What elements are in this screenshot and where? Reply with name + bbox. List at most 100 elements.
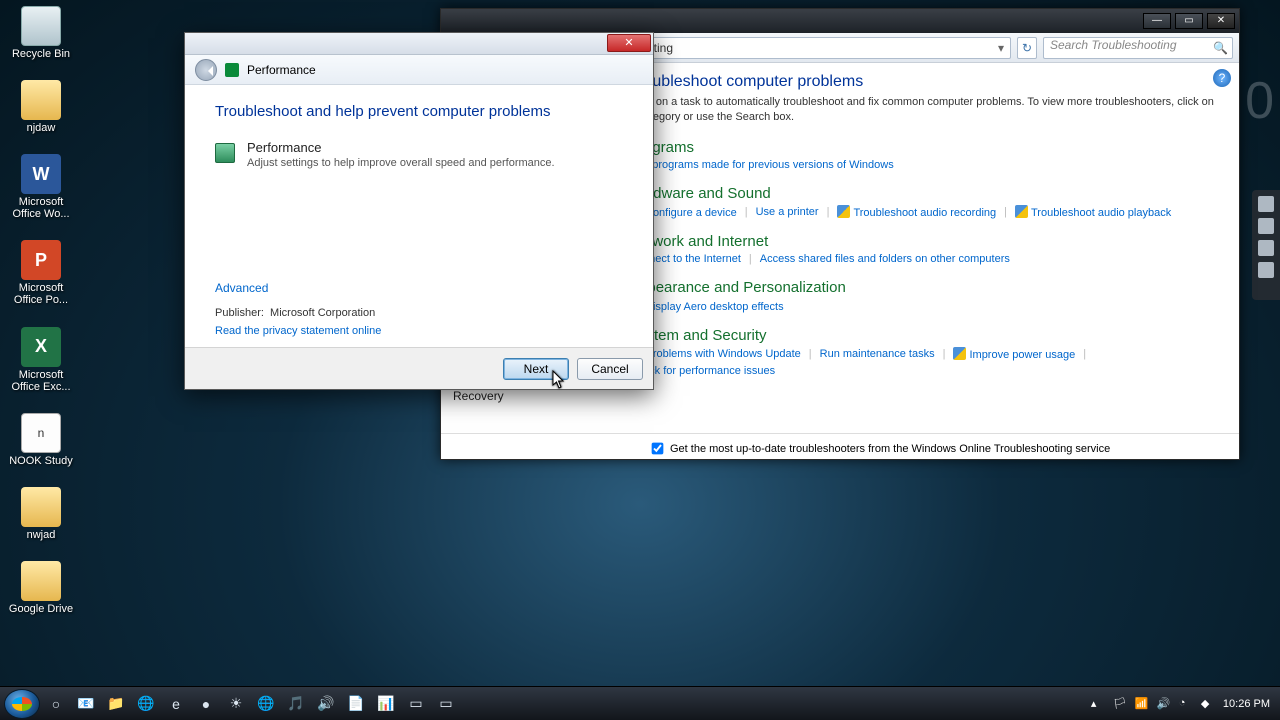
app-icon — [21, 6, 61, 46]
tray-flag-icon[interactable]: 🏳 — [1113, 697, 1127, 711]
footer-checkbox-label: Get the most up-to-date troubleshooters … — [670, 443, 1110, 455]
shield-icon — [837, 205, 850, 218]
icon-label: Microsoft Office Po... — [4, 282, 78, 306]
taskbar-item[interactable]: ▭ — [432, 691, 460, 717]
taskbar-item[interactable]: ○ — [42, 691, 70, 717]
search-input[interactable]: Search Troubleshooting 🔍 — [1043, 37, 1233, 59]
troubleshooter-item: Performance Adjust settings to help impr… — [215, 140, 623, 169]
performance-monitor-icon — [215, 143, 235, 163]
close-button[interactable]: ✕ — [1207, 13, 1235, 29]
icon-label: Google Drive — [9, 603, 73, 615]
close-button[interactable]: ✕ — [607, 34, 651, 52]
taskbar-item[interactable]: ☀ — [222, 691, 250, 717]
start-button[interactable] — [4, 689, 40, 719]
troubleshooter-link[interactable]: Improve power usage — [953, 347, 1075, 361]
dialog-heading: Troubleshoot and help prevent computer p… — [215, 103, 623, 120]
separator: | — [749, 253, 752, 265]
dropdown-toggle[interactable]: ▾ — [998, 41, 1004, 55]
category-heading[interactable]: Programs — [629, 139, 1221, 156]
icon-label: Recycle Bin — [12, 48, 70, 60]
taskbar-item[interactable]: 📄 — [342, 691, 370, 717]
category-heading[interactable]: System and Security — [629, 327, 1221, 344]
shield-icon — [953, 347, 966, 360]
taskbar-item[interactable]: 🌐 — [252, 691, 280, 717]
publisher-line: Publisher: Microsoft Corporation — [215, 307, 375, 319]
separator: | — [1004, 206, 1007, 218]
see-also-item[interactable]: Recovery — [453, 389, 599, 403]
separator: | — [809, 348, 812, 360]
main-content: Troubleshoot computer problems Click on … — [611, 63, 1239, 433]
category-heading[interactable]: Hardware and Sound — [629, 185, 1221, 202]
desktop-icon[interactable]: W Microsoft Office Wo... — [4, 154, 78, 220]
app-icon: n — [21, 413, 61, 453]
troubleshooter-link[interactable]: Use a printer — [756, 206, 819, 218]
taskbar-item[interactable]: 🌐 — [132, 691, 160, 717]
troubleshooter-link[interactable]: Troubleshoot audio recording — [837, 205, 996, 219]
troubleshooter-link[interactable]: Access shared files and folders on other… — [760, 253, 1010, 265]
cancel-button[interactable]: Cancel — [577, 358, 643, 380]
tray-misc-icon[interactable]: ◆ — [1201, 697, 1215, 711]
taskbar-item[interactable]: 🎵 — [282, 691, 310, 717]
troubleshooter-link[interactable]: Run maintenance tasks — [820, 348, 935, 360]
taskbar-item[interactable]: 🔊 — [312, 691, 340, 717]
back-button[interactable] — [195, 59, 217, 81]
tray-network-icon[interactable]: 📶 — [1135, 697, 1149, 711]
troubleshooter-link[interactable]: Fix problems with Windows Update — [629, 348, 801, 360]
window-titlebar[interactable]: — ▭ ✕ — [441, 9, 1239, 33]
item-title: Performance — [247, 140, 555, 155]
online-troubleshooters-checkbox[interactable] — [652, 443, 664, 455]
taskbar-item[interactable]: e — [162, 691, 190, 717]
app-icon: W — [21, 154, 61, 194]
desktop-icon[interactable]: Google Drive — [4, 561, 78, 615]
desktop-icon[interactable]: n NOOK Study — [4, 413, 78, 467]
category: Programs Run programs made for previous v… — [629, 139, 1221, 171]
taskbar-item[interactable]: 📧 — [72, 691, 100, 717]
desktop-icon[interactable]: X Microsoft Office Exc... — [4, 327, 78, 393]
separator: | — [827, 206, 830, 218]
gadget-button[interactable] — [1258, 262, 1274, 278]
taskbar-item[interactable]: 📁 — [102, 691, 130, 717]
desktop-icon[interactable]: P Microsoft Office Po... — [4, 240, 78, 306]
refresh-button[interactable]: ↻ — [1017, 37, 1037, 59]
desktop-icon[interactable]: njdaw — [4, 80, 78, 134]
app-icon — [21, 80, 61, 120]
app-icon: P — [21, 240, 61, 280]
next-button[interactable]: Next — [503, 358, 569, 380]
taskbar-item[interactable]: 📊 — [372, 691, 400, 717]
category-heading[interactable]: Network and Internet — [629, 233, 1221, 250]
desktop-icon[interactable]: nwjad — [4, 487, 78, 541]
sidebar-gadget — [1252, 190, 1280, 300]
tray-misc-icon[interactable]: ◔ — [1179, 697, 1193, 711]
category-heading[interactable]: Appearance and Personalization — [629, 279, 1221, 296]
app-icon: X — [21, 327, 61, 367]
privacy-link[interactable]: Read the privacy statement online — [215, 325, 381, 337]
troubleshooter-link[interactable]: Troubleshoot audio playback — [1015, 205, 1171, 219]
minimize-button[interactable]: — — [1143, 13, 1171, 29]
taskbar: ○📧📁🌐e●☀🌐🎵🔊📄📊▭▭ ▴ 🏳 📶 🔊 ◔ ◆ 10:26 PM — [0, 686, 1280, 720]
maximize-button[interactable]: ▭ — [1175, 13, 1203, 29]
tray-up-icon[interactable]: ▴ — [1091, 697, 1105, 711]
app-icon — [21, 561, 61, 601]
dialog-button-bar: Next Cancel — [185, 347, 653, 389]
system-tray[interactable]: ▴ 🏳 📶 🔊 ◔ ◆ 10:26 PM — [1091, 697, 1276, 711]
tray-volume-icon[interactable]: 🔊 — [1157, 697, 1171, 711]
gadget-button[interactable] — [1258, 240, 1274, 256]
category: Appearance and PersonalizationDisplay Ae… — [629, 279, 1221, 313]
separator: | — [745, 206, 748, 218]
icon-label: Microsoft Office Exc... — [4, 369, 78, 393]
separator: | — [1083, 348, 1086, 360]
category: Network and InternetConnect to the Inter… — [629, 233, 1221, 265]
gadget-button[interactable] — [1258, 196, 1274, 212]
search-icon: 🔍 — [1213, 41, 1228, 55]
desktop-icon[interactable]: Recycle Bin — [4, 6, 78, 60]
taskbar-item[interactable]: ● — [192, 691, 220, 717]
tray-clock[interactable]: 10:26 PM — [1223, 698, 1270, 710]
taskbar-item[interactable]: ▭ — [402, 691, 430, 717]
dialog-titlebar[interactable]: ✕ — [185, 33, 653, 55]
app-icon — [21, 487, 61, 527]
troubleshooter-link[interactable]: Run programs made for previous versions … — [629, 159, 894, 171]
performance-icon — [225, 63, 239, 77]
page-title: Troubleshoot computer problems — [629, 73, 1221, 91]
gadget-button[interactable] — [1258, 218, 1274, 234]
advanced-link[interactable]: Advanced — [215, 281, 268, 295]
